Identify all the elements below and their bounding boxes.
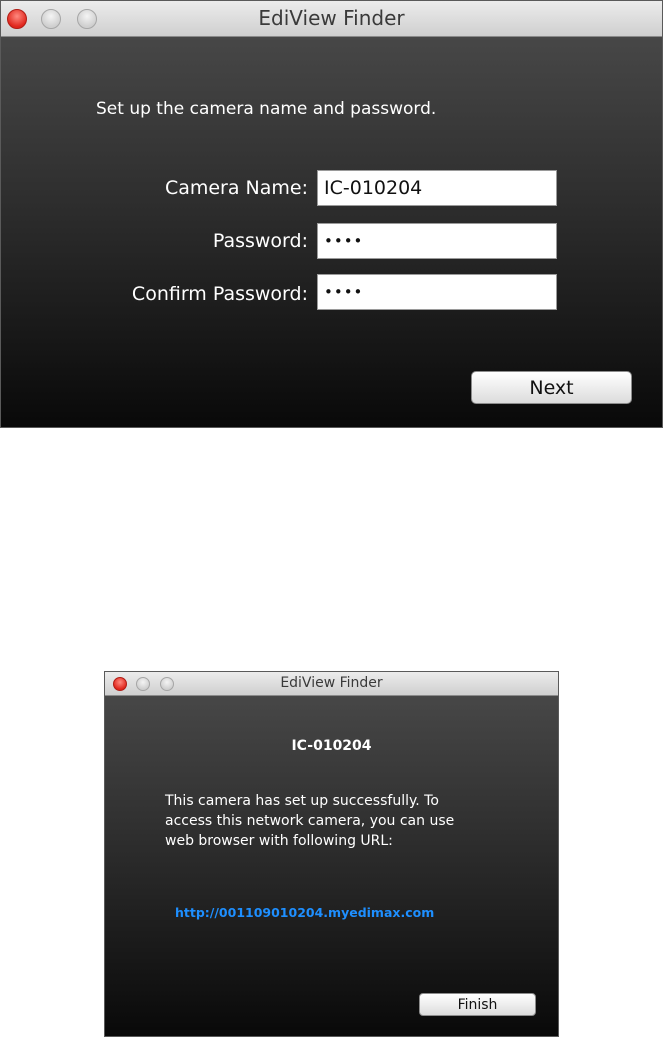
success-message-line-1: This camera has set up successfully. To [165,793,439,809]
next-button[interactable]: Next [471,371,632,404]
success-titlebar: EdiView Finder [105,672,558,696]
camera-url-link[interactable]: http://001109010204.myedimax.com [175,905,434,920]
success-window: EdiView Finder IC-010204 This camera has… [104,671,559,1037]
camera-name-input[interactable]: IC-010204 [317,170,557,206]
success-content: IC-010204 This camera has set up success… [105,696,558,1036]
setup-window: EdiView Finder Set up the camera name an… [0,0,663,428]
password-input[interactable]: •••• [317,223,557,259]
window-title: EdiView Finder [258,6,405,30]
setup-titlebar: EdiView Finder [1,1,662,37]
window-title: EdiView Finder [280,675,383,691]
success-message-line-2: access this network camera, you can use [165,813,455,829]
password-label: Password: [212,230,308,252]
confirm-password-input[interactable]: •••• [317,274,557,310]
camera-name-label: Camera Name: [164,177,308,199]
confirm-password-label: Confirm Password: [131,283,308,305]
setup-content: Set up the camera name and password. Cam… [1,37,662,427]
instruction-text: Set up the camera name and password. [96,99,437,119]
finish-button[interactable]: Finish [419,993,536,1016]
camera-name-heading: IC-010204 [291,738,372,754]
success-message-line-3: web browser with following URL: [165,833,393,849]
